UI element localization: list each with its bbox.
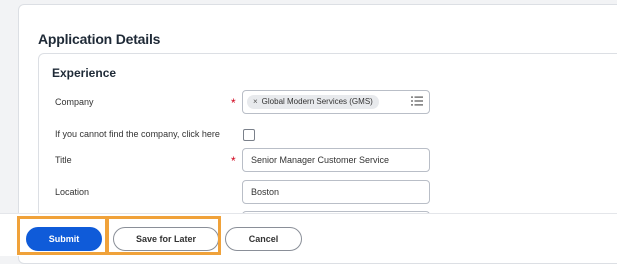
cannot-find-company-checkbox[interactable] — [243, 129, 255, 141]
subsection-title: Experience — [52, 66, 117, 80]
location-input[interactable]: Boston — [242, 180, 430, 204]
cannot-find-company-label: If you cannot find the company, click he… — [55, 129, 220, 139]
submit-button[interactable]: Submit — [26, 227, 102, 251]
company-selected-pill: × Global Modern Services (GMS) — [247, 95, 379, 109]
title-required-mark: * — [231, 154, 236, 168]
location-label: Location — [55, 187, 90, 197]
section-title: Application Details — [38, 31, 161, 47]
list-prompt-icon[interactable] — [411, 96, 423, 106]
company-label: Company — [55, 97, 94, 107]
remove-company-icon[interactable]: × — [253, 97, 258, 106]
title-input[interactable]: Senior Manager Customer Service — [242, 148, 430, 172]
company-required-mark: * — [231, 96, 236, 110]
company-selected-value: Global Modern Services (GMS) — [261, 97, 373, 106]
cancel-button[interactable]: Cancel — [225, 227, 302, 251]
title-label: Title — [55, 155, 72, 165]
save-for-later-button[interactable]: Save for Later — [113, 227, 219, 251]
